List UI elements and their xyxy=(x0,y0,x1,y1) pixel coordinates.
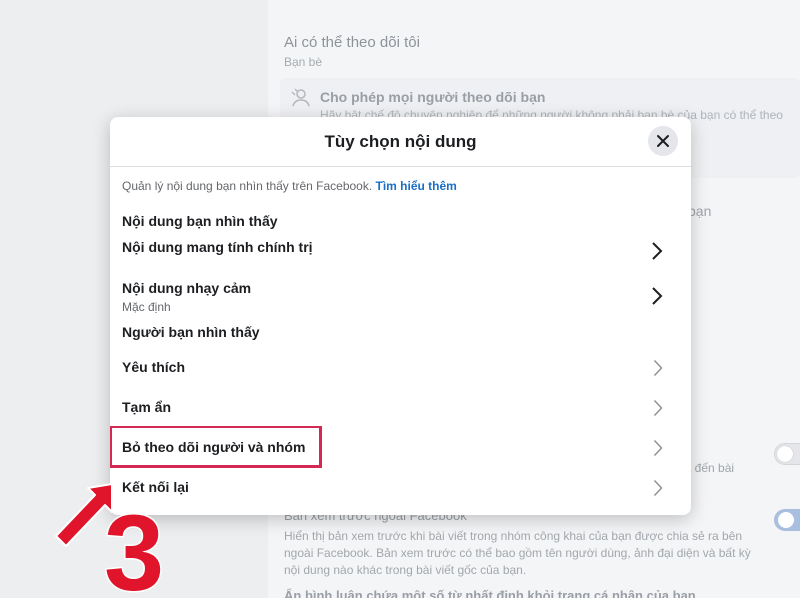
dialog-description: Quản lý nội dung bạn nhìn thấy trên Face… xyxy=(122,179,457,193)
learn-more-link[interactable]: Tìm hiểu thêm xyxy=(376,179,457,193)
chevron-right-icon xyxy=(653,480,663,496)
chevron-right-icon xyxy=(653,360,663,376)
section-content-you-see: Nội dung bạn nhìn thấy xyxy=(122,213,278,229)
chevron-right-icon xyxy=(652,242,663,260)
highlight-box xyxy=(110,426,322,468)
reconnect-item[interactable]: Kết nối lại xyxy=(122,478,679,510)
hide-comments-setting-title: Ẩn bình luận chứa một số từ nhất định kh… xyxy=(284,588,696,598)
political-content-item[interactable]: Nội dung mang tính chính trị xyxy=(122,239,679,271)
favorites-label: Yêu thích xyxy=(122,359,186,375)
dialog-header: Tùy chọn nội dung xyxy=(110,117,691,167)
close-button[interactable] xyxy=(648,126,678,156)
political-content-label: Nội dung mang tính chính trị xyxy=(122,239,313,255)
preview-setting-description: Hiển thị bản xem trước khi bài viết tron… xyxy=(284,529,751,577)
allow-follow-title: Cho phép mọi người theo dõi bạn xyxy=(320,89,546,105)
follow-setting-value: Bạn bè xyxy=(284,55,323,69)
follow-setting-title: Ai có thể theo dõi tôi xyxy=(284,34,420,51)
step-number: 3 xyxy=(104,492,164,598)
close-icon xyxy=(657,135,669,147)
chevron-right-icon xyxy=(653,400,663,416)
setting-toggle-off[interactable] xyxy=(774,443,800,465)
sensitive-content-label: Nội dung nhạy cảm xyxy=(122,280,252,296)
background-text-fragment: bạn xyxy=(688,203,712,219)
favorites-item[interactable]: Yêu thích xyxy=(122,358,679,390)
chevron-right-icon xyxy=(652,287,663,305)
person-follow-icon xyxy=(291,88,310,107)
dialog-title: Tùy chọn nội dung xyxy=(324,132,477,151)
sensitive-content-value: Mặc định xyxy=(122,300,171,314)
background-text-fragment-2: t đến bài xyxy=(688,461,735,475)
sensitive-content-item[interactable]: Nội dung nhạy cảm Mặc định xyxy=(122,280,679,318)
section-people-you-see: Người bạn nhìn thấy xyxy=(122,324,260,340)
description-text: Quản lý nội dung bạn nhìn thấy trên Face… xyxy=(122,179,373,193)
step-annotation: 3 xyxy=(55,483,166,598)
preview-toggle-on[interactable] xyxy=(774,509,800,531)
snooze-label: Tạm ẩn xyxy=(122,399,172,415)
chevron-right-icon xyxy=(653,440,663,456)
